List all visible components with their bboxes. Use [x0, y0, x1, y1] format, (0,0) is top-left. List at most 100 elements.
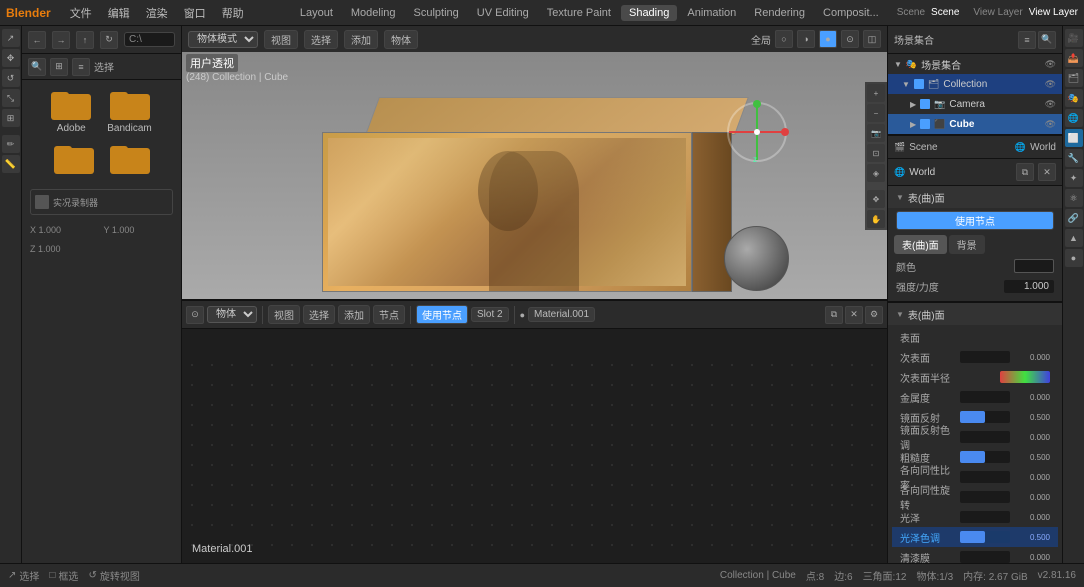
aniso-prop-slider[interactable] [960, 471, 1010, 483]
folder-4[interactable] [110, 142, 150, 177]
mat-surface-section[interactable]: ▼ 表(曲)面 [888, 303, 1062, 325]
tab-animation[interactable]: Animation [679, 5, 744, 21]
tab-sculpting[interactable]: Sculpting [406, 5, 467, 21]
constraint-props-icon[interactable]: 🔗 [1065, 209, 1083, 227]
filter-icon[interactable]: ≡ [72, 58, 90, 76]
viewport-add-btn[interactable]: 添加 [344, 30, 378, 49]
scene-col-eye[interactable]: 👁 [1045, 59, 1056, 70]
view-toggle[interactable]: ⊞ [50, 58, 68, 76]
tab-shading[interactable]: Shading [621, 5, 677, 21]
forward-btn[interactable]: → [52, 31, 70, 49]
tab-uv-editing[interactable]: UV Editing [469, 5, 537, 21]
ne-use-nodes-btn[interactable]: 使用节点 [416, 305, 468, 324]
world-props-icon[interactable]: 🌐 [1065, 109, 1083, 127]
scale-icon-btn[interactable]: ⤡ [2, 89, 20, 107]
viewport-gizmo[interactable]: z [722, 97, 792, 167]
tree-item-scene-col[interactable]: ▼ 🎭 场景集合 👁 [888, 54, 1062, 74]
outliner-filter-icon[interactable]: ≡ [1018, 31, 1036, 49]
viewport-overlay-btn[interactable]: ⊙ [841, 30, 859, 48]
background-tab[interactable]: 背景 [949, 235, 985, 254]
viewport-view-btn[interactable]: 视图 [264, 30, 298, 49]
tab-rendering[interactable]: Rendering [746, 5, 813, 21]
viewport-object-btn[interactable]: 物体 [384, 30, 418, 49]
cube-eye[interactable]: 👁 [1045, 119, 1056, 130]
specular-prop-slider[interactable] [960, 411, 1010, 423]
ne-view-btn[interactable]: 视图 [268, 305, 300, 324]
roughness-prop-slider[interactable] [960, 451, 1010, 463]
ne-settings-btn[interactable]: ⚙ [865, 306, 883, 324]
ne-slot-dropdown[interactable]: Slot 2 [471, 307, 509, 322]
ne-add-btn[interactable]: 添加 [338, 305, 370, 324]
cube-checkbox[interactable] [920, 119, 930, 129]
color-swatch[interactable] [1014, 259, 1054, 273]
metallic-prop-slider[interactable] [960, 391, 1010, 403]
folder-adobe[interactable]: Adobe [51, 88, 91, 134]
sheen-slider[interactable] [960, 511, 1010, 523]
render-props-icon[interactable]: 🎥 [1065, 29, 1083, 47]
path-input[interactable]: C:\ [124, 32, 175, 47]
tree-item-cube[interactable]: ▶ ⬛ Cube 👁 [888, 114, 1062, 134]
sub-radius-swatch[interactable] [1000, 371, 1050, 383]
viewport-shading-mat[interactable]: ◑ [797, 30, 815, 48]
cam-checkbox[interactable] [920, 99, 930, 109]
viewport-shading-solid[interactable]: ○ [775, 30, 793, 48]
output-props-icon[interactable]: 📤 [1065, 49, 1083, 67]
up-btn[interactable]: ↑ [76, 31, 94, 49]
transform-icon-btn[interactable]: ⊞ [2, 109, 20, 127]
material-props-icon[interactable]: ● [1065, 249, 1083, 267]
aniso-rot-slider[interactable] [960, 491, 1010, 503]
object-data-props-icon[interactable]: ▲ [1065, 229, 1083, 247]
physics-props-icon[interactable]: ⚛ [1065, 189, 1083, 207]
use-nodes-toggle-btn[interactable]: 使用节点 [896, 211, 1054, 230]
surface-tab[interactable]: 表(曲)面 [894, 235, 947, 254]
viewport-shading-rendered[interactable]: ● [819, 30, 837, 48]
object-props-icon[interactable]: ⬜ [1065, 129, 1083, 147]
menu-file[interactable]: 文件 [63, 3, 99, 23]
viewport-mode-dropdown[interactable]: 物体模式 [188, 31, 258, 48]
folder-3[interactable] [54, 142, 94, 177]
viewport-xray-btn[interactable]: ◫ [863, 30, 881, 48]
back-btn[interactable]: ← [28, 31, 46, 49]
scene-props-icon[interactable]: 🎭 [1065, 89, 1083, 107]
surface-section-header[interactable]: ▼ 表(曲)面 [888, 186, 1062, 208]
zoom-out-icon[interactable]: − [867, 104, 885, 122]
nav-icon[interactable]: ↗ [2, 29, 20, 47]
ne-material-dropdown[interactable]: Material.001 [528, 307, 595, 322]
spec-tint-slider[interactable] [960, 431, 1010, 443]
modifier-props-icon[interactable]: 🔧 [1065, 149, 1083, 167]
world-delete-btn[interactable]: ✕ [1038, 163, 1056, 181]
ne-select-btn[interactable]: 选择 [303, 305, 335, 324]
sheen-tint-slider[interactable] [960, 531, 1010, 543]
annotate-icon-btn[interactable]: ✏ [2, 135, 20, 153]
col-eye[interactable]: 👁 [1045, 79, 1056, 90]
world-copy-btn[interactable]: ⧉ [1016, 163, 1034, 181]
tab-texture-paint[interactable]: Texture Paint [539, 5, 619, 21]
refresh-btn[interactable]: ↻ [100, 31, 118, 49]
strength-value[interactable]: 1.000 [1004, 280, 1054, 293]
cam-eye[interactable]: 👁 [1045, 99, 1056, 110]
ne-node-btn[interactable]: 节点 [373, 305, 405, 324]
subsurface-prop-slider[interactable] [960, 351, 1010, 363]
menu-window[interactable]: 窗口 [177, 3, 213, 23]
tree-item-camera[interactable]: ▶ 📷 Camera 👁 [888, 94, 1062, 114]
ne-copy-btn[interactable]: ⧉ [825, 306, 843, 324]
zoom-in-icon[interactable]: + [867, 84, 885, 102]
menu-render[interactable]: 渲染 [139, 3, 175, 23]
outliner-search-icon[interactable]: 🔍 [1038, 31, 1056, 49]
tab-compositing[interactable]: Composit... [815, 5, 887, 21]
menu-help[interactable]: 帮助 [215, 3, 251, 23]
folder-bandicam[interactable]: Bandicam [107, 88, 151, 134]
tab-modeling[interactable]: Modeling [343, 5, 404, 21]
ne-mode-dropdown[interactable]: 物体 [207, 306, 257, 323]
rotate-icon-btn[interactable]: ↺ [2, 69, 20, 87]
pan-icon[interactable]: ✥ [867, 190, 885, 208]
clearcoat-prop-slider[interactable] [960, 551, 1010, 563]
view-layer-props-icon[interactable]: 🗂 [1065, 69, 1083, 87]
tree-item-collection[interactable]: ▼ 🗂 Collection 👁 [888, 74, 1062, 94]
measure-icon-btn[interactable]: 📏 [2, 155, 20, 173]
particle-props-icon[interactable]: ✦ [1065, 169, 1083, 187]
ne-header-icon[interactable]: ⊙ [186, 306, 204, 324]
col-checkbox[interactable] [914, 79, 924, 89]
move-icon-btn[interactable]: ✥ [2, 49, 20, 67]
node-canvas[interactable]: 纹理坐标 生成 法线 UV 物体 摄影机 窗口 [182, 355, 887, 563]
